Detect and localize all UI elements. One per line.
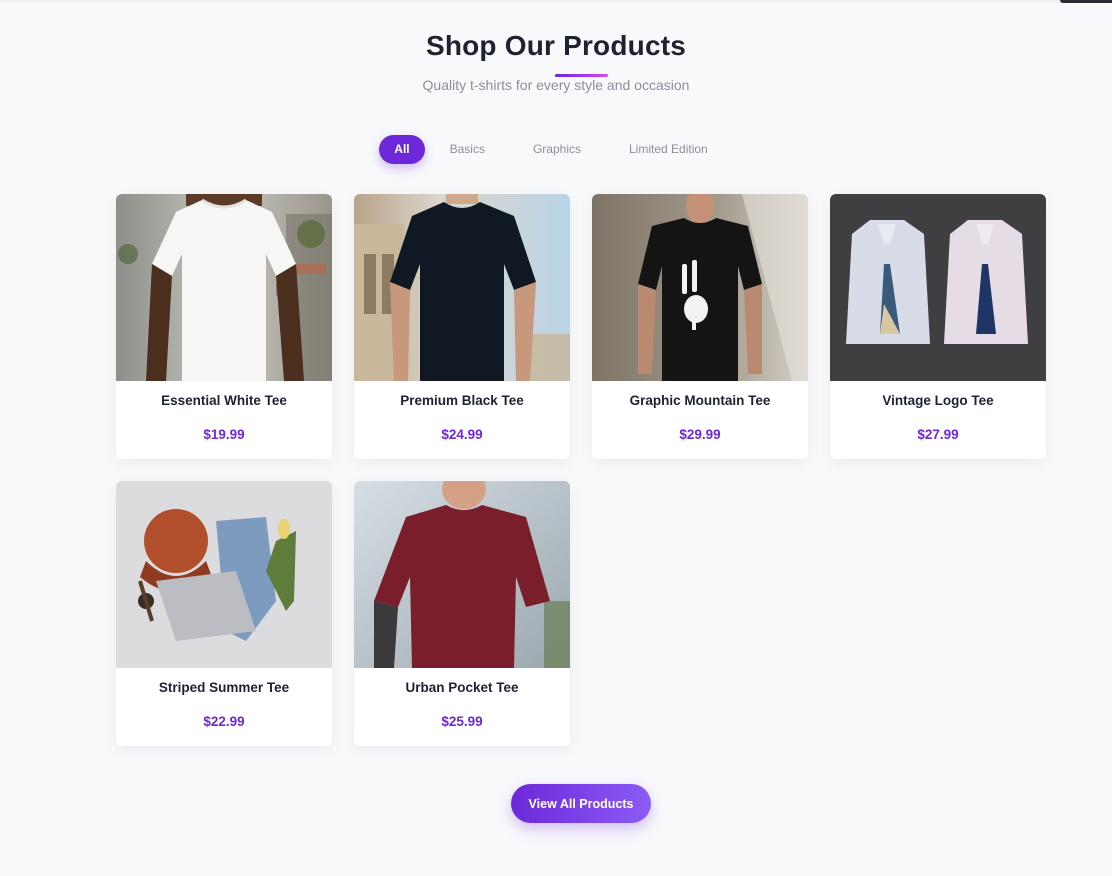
- filter-basics[interactable]: Basics: [431, 135, 504, 164]
- product-card[interactable]: Striped Summer Tee $22.99: [116, 481, 332, 746]
- window-corner: [1060, 0, 1112, 3]
- product-image: [830, 194, 1046, 381]
- product-name: Urban Pocket Tee: [405, 680, 519, 695]
- view-all-products-button[interactable]: View All Products: [511, 784, 651, 823]
- filter-graphics[interactable]: Graphics: [514, 135, 600, 164]
- filter-limited-edition[interactable]: Limited Edition: [610, 135, 727, 164]
- product-name: Vintage Logo Tee: [882, 393, 994, 408]
- product-image: [116, 194, 332, 381]
- product-price: $24.99: [441, 427, 483, 442]
- product-card[interactable]: Essential White Tee $19.99: [116, 194, 332, 459]
- product-image: [354, 194, 570, 381]
- product-grid: Essential White Tee $19.99 Premium Black…: [116, 194, 1046, 746]
- page-subtitle: Quality t-shirts for every style and occ…: [422, 77, 690, 93]
- product-image: [116, 481, 332, 668]
- product-name: Graphic Mountain Tee: [629, 393, 771, 408]
- product-price: $25.99: [441, 714, 483, 729]
- page-title: Shop Our Products: [425, 30, 687, 61]
- product-image: [592, 194, 808, 381]
- product-card[interactable]: Vintage Logo Tee $27.99: [830, 194, 1046, 459]
- filter-all[interactable]: All: [379, 135, 425, 164]
- page: Shop Our Products Quality t-shirts for e…: [0, 0, 1112, 876]
- product-price: $27.99: [917, 427, 959, 442]
- product-price: $19.99: [203, 427, 245, 442]
- product-price: $22.99: [203, 714, 245, 729]
- product-name: Premium Black Tee: [400, 393, 524, 408]
- product-name: Striped Summer Tee: [158, 680, 290, 695]
- product-name: Essential White Tee: [161, 393, 287, 408]
- product-price: $29.99: [679, 427, 721, 442]
- product-image: [354, 481, 570, 668]
- category-filters: All Basics Graphics Limited Edition: [0, 135, 1112, 164]
- product-card[interactable]: Premium Black Tee $24.99: [354, 194, 570, 459]
- product-card[interactable]: Graphic Mountain Tee $29.99: [592, 194, 808, 459]
- top-divider: [0, 0, 1060, 2]
- product-card[interactable]: Urban Pocket Tee $25.99: [354, 481, 570, 746]
